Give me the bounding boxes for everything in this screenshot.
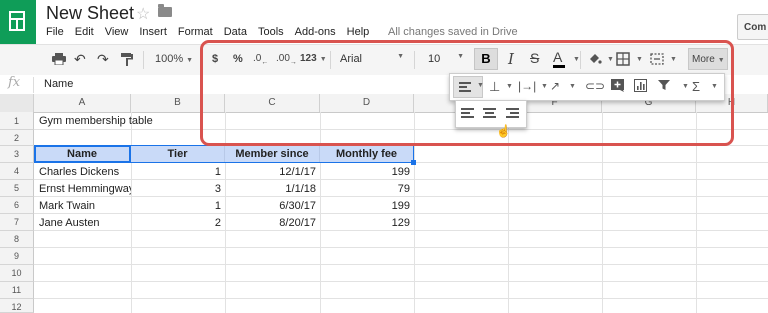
formula-divider: [33, 77, 34, 93]
menu-format[interactable]: Format: [178, 26, 213, 40]
sheets-logo[interactable]: [0, 0, 36, 44]
selection-range: [34, 145, 414, 163]
cell-monthly-fee[interactable]: 199: [320, 200, 410, 212]
document-title[interactable]: New Sheet: [46, 3, 134, 24]
chevron-down-icon: ▼: [186, 57, 194, 64]
row-header-12[interactable]: 12: [0, 299, 34, 313]
menu-tools[interactable]: Tools: [258, 26, 284, 40]
table-row: [34, 282, 768, 299]
fx-icon: fx: [8, 75, 21, 90]
zoom-value: 100%: [155, 53, 184, 65]
save-status: All changes saved in Drive: [388, 26, 518, 38]
row-header-8[interactable]: 8: [0, 231, 34, 248]
cell-member-since[interactable]: 1/1/18: [225, 183, 316, 195]
comments-button[interactable]: Com: [737, 14, 768, 40]
cell-tier[interactable]: 1: [131, 166, 221, 178]
cell-member-since[interactable]: 8/20/17: [225, 217, 316, 229]
cell-monthly-fee[interactable]: 79: [320, 183, 410, 195]
cell-tier[interactable]: 2: [131, 217, 221, 229]
table-row: [34, 231, 768, 248]
row-header-10[interactable]: 10: [0, 265, 34, 282]
print-icon[interactable]: [52, 53, 66, 68]
menu-file[interactable]: File: [46, 26, 64, 40]
cell-member-since[interactable]: 12/1/17: [225, 166, 316, 178]
formula-input[interactable]: Name: [44, 78, 73, 90]
row-header-11[interactable]: 11: [0, 282, 34, 299]
cell-tier[interactable]: 1: [131, 200, 221, 212]
menu-data[interactable]: Data: [224, 26, 247, 40]
row-header-4[interactable]: 4: [0, 163, 34, 180]
cell-name[interactable]: Jane Austen: [39, 217, 129, 229]
paint-format-icon[interactable]: [121, 53, 133, 69]
folder-icon[interactable]: [158, 4, 172, 17]
cell-name[interactable]: Charles Dickens: [39, 166, 129, 178]
undo-icon[interactable]: ↶: [74, 51, 86, 68]
row-header-9[interactable]: 9: [0, 248, 34, 265]
cell-tier[interactable]: 3: [131, 183, 221, 195]
column-header-a[interactable]: A: [34, 94, 131, 112]
menu-help[interactable]: Help: [347, 26, 370, 40]
menu-edit[interactable]: Edit: [75, 26, 94, 40]
row-header-6[interactable]: 6: [0, 197, 34, 214]
cell-monthly-fee[interactable]: 129: [320, 217, 410, 229]
row-header-7[interactable]: 7: [0, 214, 34, 231]
cell-name[interactable]: Ernst Hemmingway: [39, 183, 131, 195]
cell-monthly-fee[interactable]: 199: [320, 166, 410, 178]
toolbar-divider: [143, 51, 144, 69]
menu-view[interactable]: View: [105, 26, 129, 40]
fill-handle[interactable]: [411, 160, 416, 165]
row-header-1[interactable]: 1: [0, 112, 34, 130]
table-row: [34, 265, 768, 282]
table-row: [34, 299, 768, 313]
select-all-corner[interactable]: [0, 94, 34, 112]
menu-addons[interactable]: Add-ons: [295, 26, 336, 40]
row-header-3[interactable]: 3: [0, 146, 34, 163]
annotation-highlight: [200, 40, 734, 146]
menu-insert[interactable]: Insert: [139, 26, 167, 40]
row-header-5[interactable]: 5: [0, 180, 34, 197]
menu-bar: File Edit View Insert Format Data Tools …: [46, 26, 380, 40]
cell-name[interactable]: Mark Twain: [39, 200, 129, 212]
row-header-2[interactable]: 2: [0, 130, 34, 146]
star-icon[interactable]: ☆: [136, 4, 150, 24]
spreadsheet-window: New Sheet ☆ File Edit View Insert Format…: [0, 0, 768, 313]
cell-a1[interactable]: Gym membership table: [39, 115, 219, 127]
sheets-logo-icon: [9, 11, 25, 31]
cell-member-since[interactable]: 6/30/17: [225, 200, 316, 212]
zoom-select[interactable]: 100% ▼: [155, 53, 193, 65]
redo-icon[interactable]: ↷: [97, 51, 109, 68]
table-row: [34, 248, 768, 265]
